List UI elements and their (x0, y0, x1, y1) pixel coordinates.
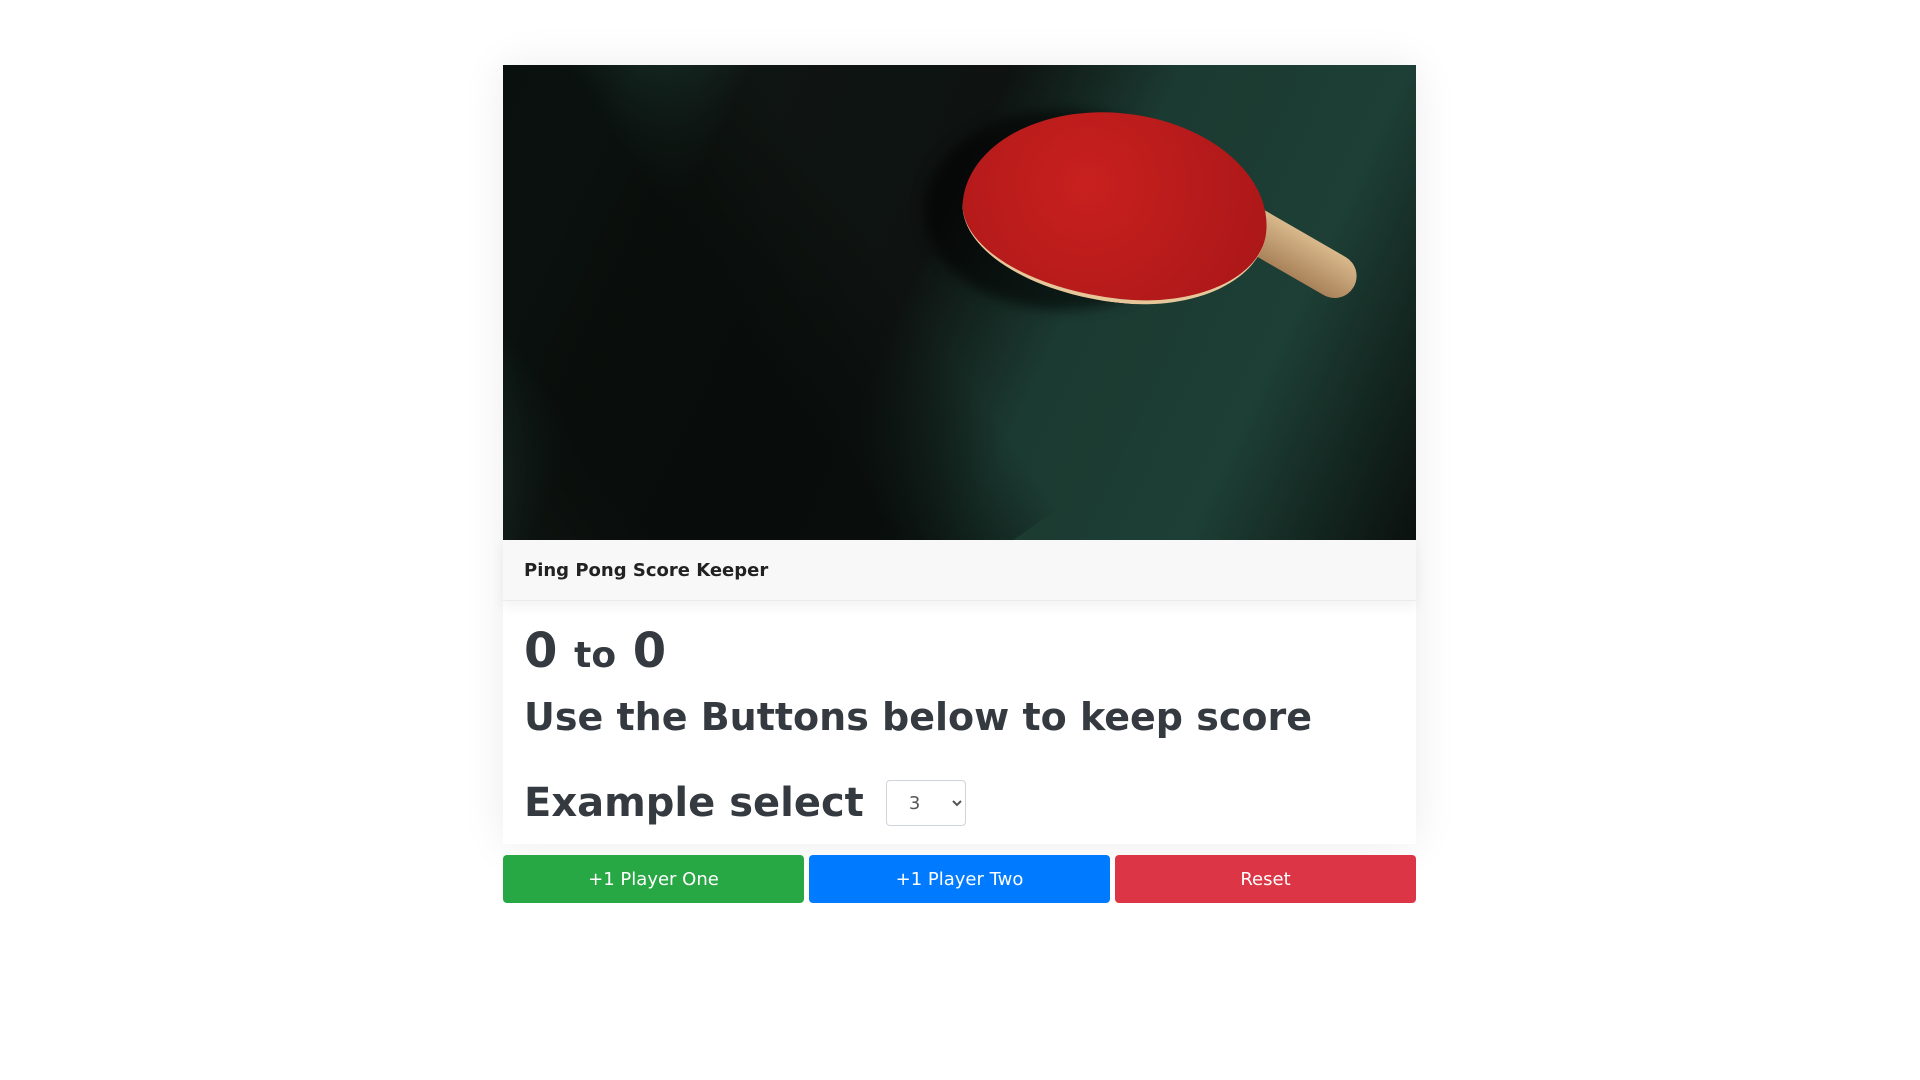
score-separator: to (574, 635, 617, 676)
score-card: Ping Pong Score Keeper 0 to 0 Use the Bu… (503, 65, 1416, 844)
instructions: Use the Buttons below to keep score (524, 695, 1312, 739)
reset-button[interactable]: Reset (1115, 855, 1416, 903)
player-one-button[interactable]: +1 Player One (503, 855, 804, 903)
card-header: Ping Pong Score Keeper (503, 540, 1416, 601)
hero-image (503, 65, 1416, 540)
player-one-score: 0 (524, 623, 558, 679)
card-title: Ping Pong Score Keeper (524, 559, 769, 581)
player-two-button[interactable]: +1 Player Two (809, 855, 1110, 903)
score-display: 0 to 0 (524, 623, 1395, 684)
player-two-score: 0 (632, 623, 667, 679)
example-select[interactable]: 3 (885, 780, 966, 826)
select-label: Example select (524, 780, 864, 826)
